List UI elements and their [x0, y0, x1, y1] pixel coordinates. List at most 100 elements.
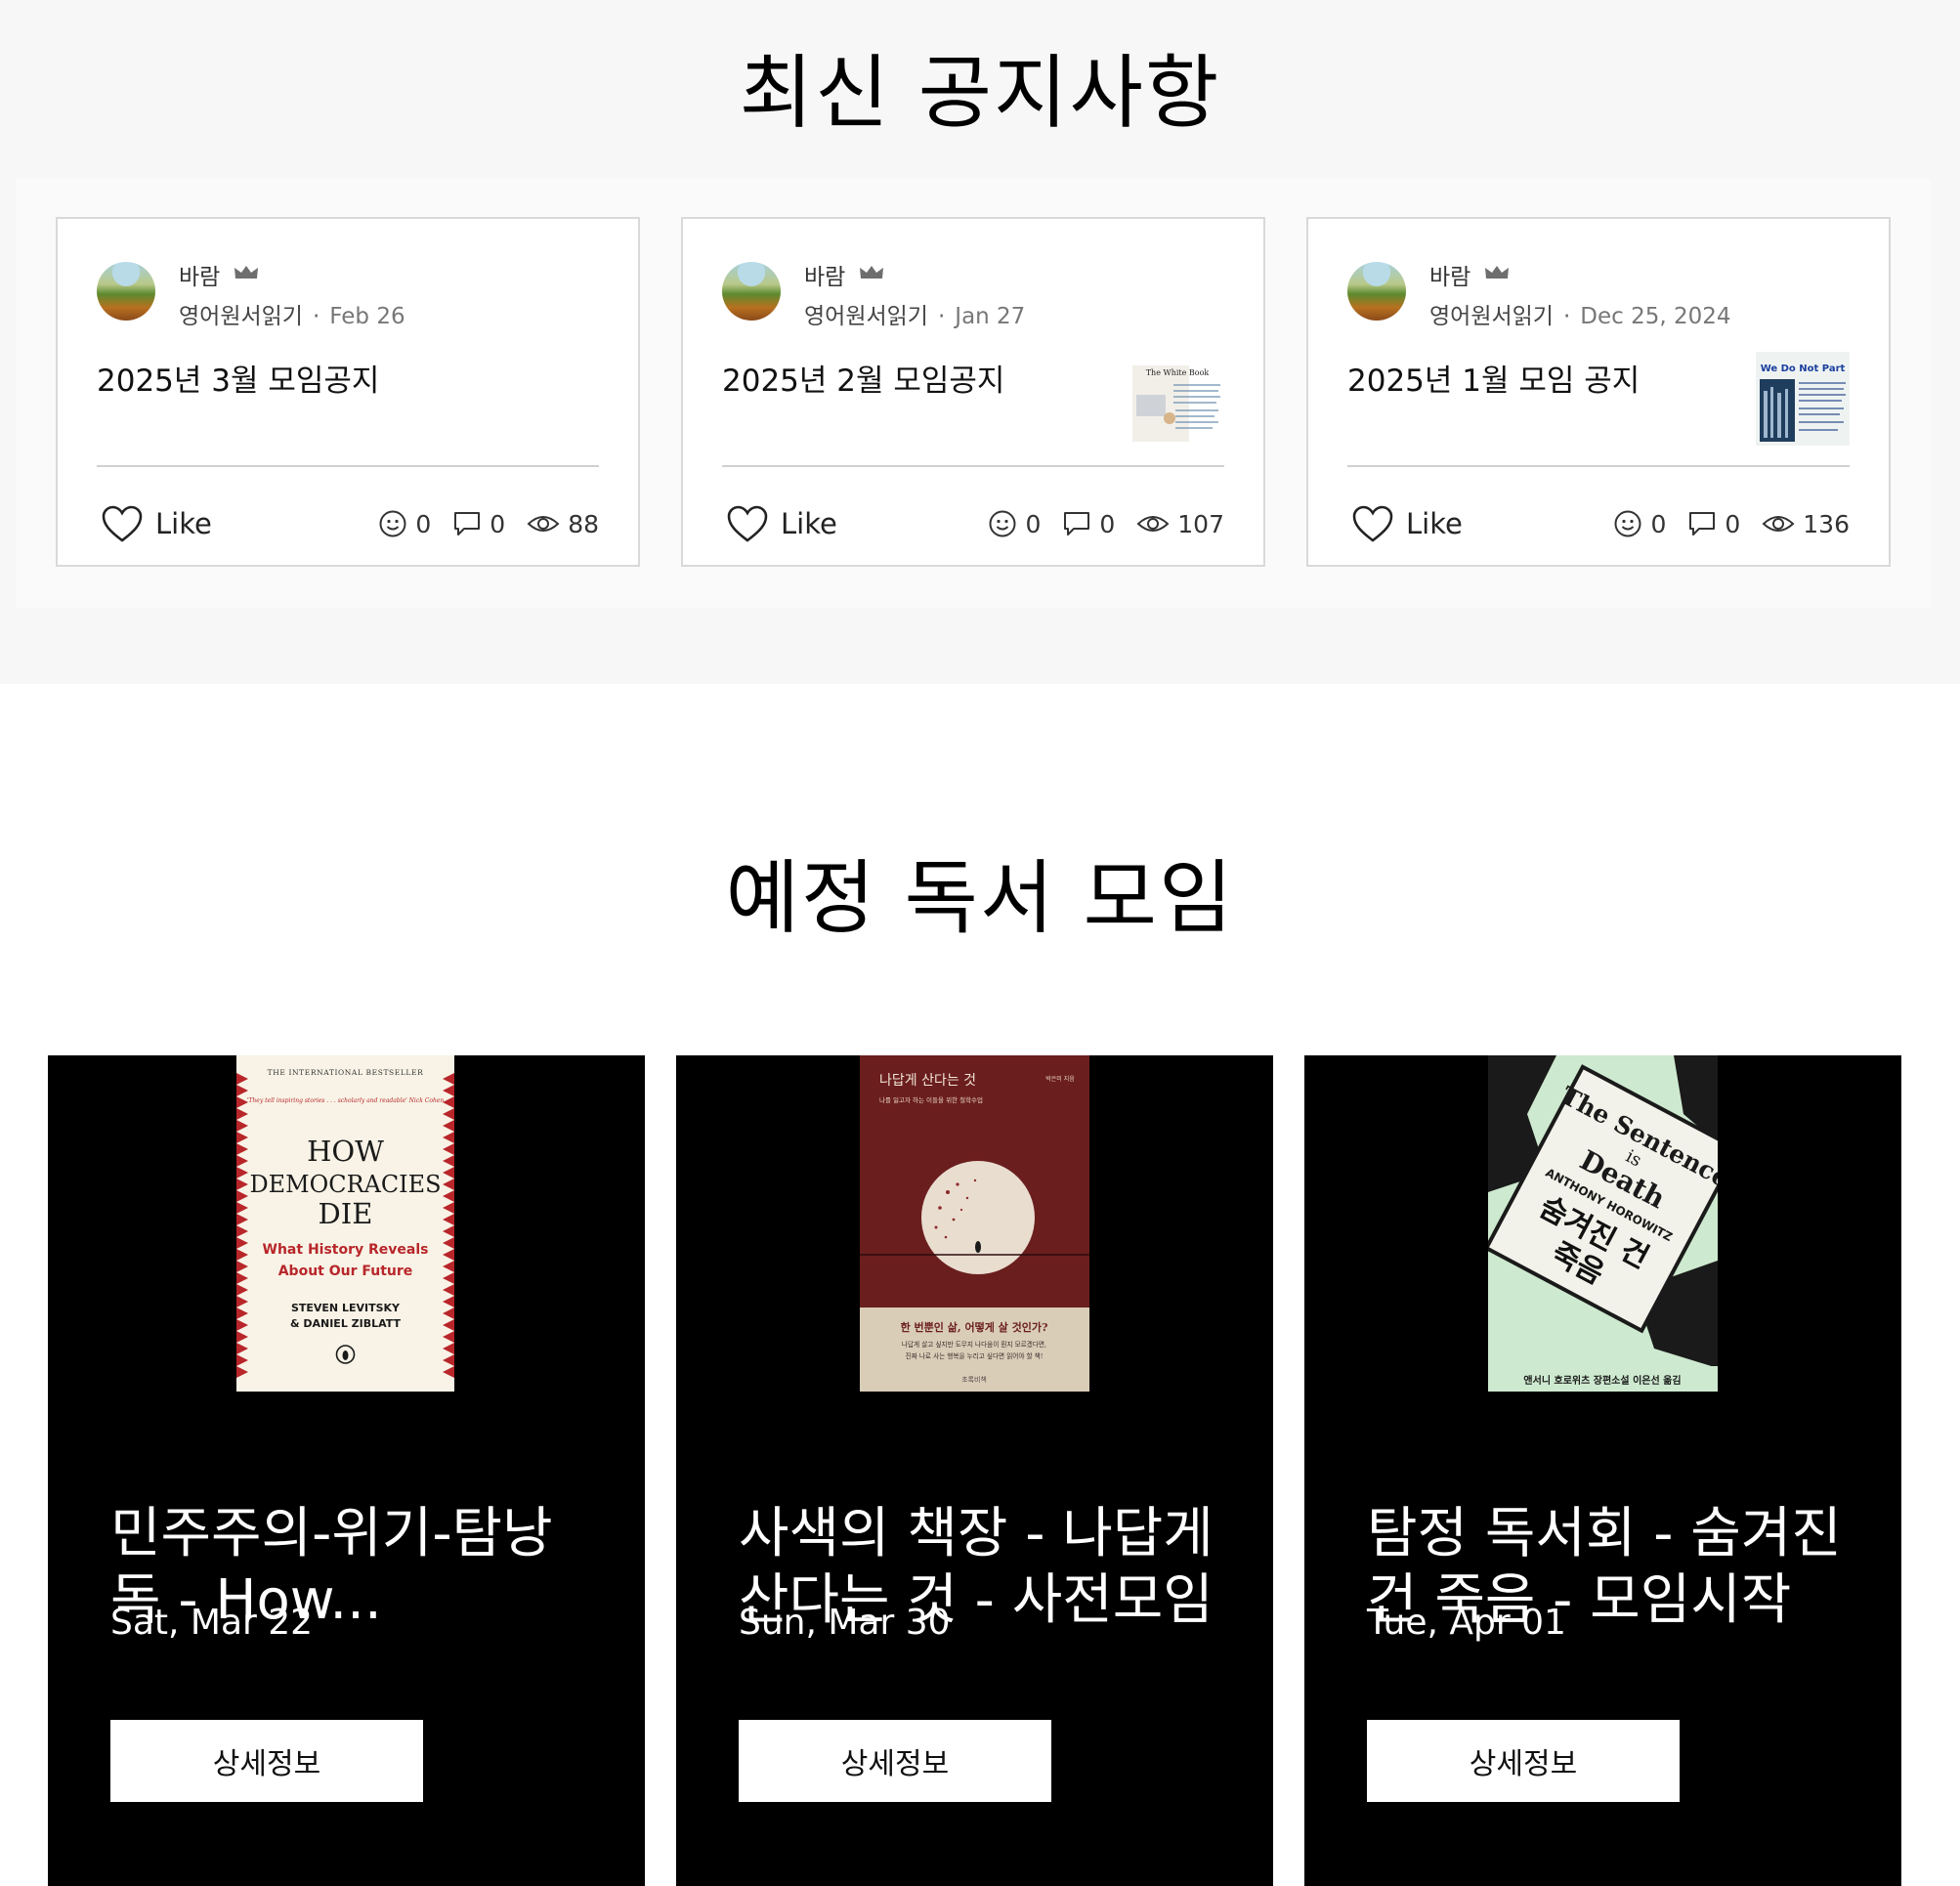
views-count: 136 [1803, 509, 1850, 538]
post-thumbnail[interactable]: We Do Not Part [1756, 352, 1850, 446]
comments-count: 0 [490, 509, 506, 538]
post-title[interactable]: 2025년 2월 모임공지 [722, 356, 1004, 400]
events-heading: 예정 독서 모임 [725, 852, 1235, 945]
post-category[interactable]: 영어원서읽기 [804, 304, 928, 329]
thumbnail-title: The White Book [1146, 368, 1210, 377]
cover-top: THE INTERNATIONAL BESTSELLER [268, 1068, 424, 1077]
thumbnail-title: We Do Not Part [1761, 364, 1846, 374]
divider [1347, 465, 1850, 467]
post-card[interactable]: 바람 영어원서읽기 · Feb 26 2025년 3월 모임공지 Like 0 0 … [56, 217, 640, 567]
event-date: Sun, Mar 30 [739, 1603, 951, 1643]
views-count: 107 [1177, 509, 1224, 538]
cover-quote: 'They tell inspiring stories . . . schol… [247, 1097, 445, 1104]
crown-icon [234, 266, 258, 279]
cover-line1: HOW [307, 1135, 384, 1168]
comments-stat[interactable]: 0 [1062, 509, 1115, 538]
views-stat: 107 [1136, 510, 1224, 538]
author-name[interactable]: 바람 [804, 258, 845, 291]
views-stat: 136 [1762, 510, 1850, 538]
eye-icon [1762, 516, 1795, 532]
smiley-icon [1614, 510, 1641, 537]
post-date: Jan 27 [955, 304, 1026, 329]
cover-line2: DEMOCRACIES [250, 1171, 442, 1198]
book-cover-nadapge[interactable]: 나답게 산다는 것 나를 잃고자 하는 이들을 위한 철학수업 박은미 지음 한… [860, 1055, 1089, 1392]
comments-count: 0 [1725, 509, 1741, 538]
divider [722, 465, 1224, 467]
reactions-stat[interactable]: 0 [378, 509, 431, 538]
comment-icon [1064, 512, 1090, 536]
post-date: Dec 25, 2024 [1580, 304, 1731, 329]
eye-icon [1136, 516, 1170, 532]
event-card[interactable]: 나답게 산다는 것 나를 잃고자 하는 이들을 위한 철학수업 박은미 지음 한… [676, 1055, 1273, 1886]
reactions-count: 0 [1025, 509, 1042, 538]
event-date: Tue, Apr 01 [1367, 1603, 1566, 1643]
cover-author2: & DANIEL ZIBLATT [290, 1317, 402, 1330]
meta-separator: · [312, 304, 320, 329]
post-thumbnail[interactable]: The White Book [1130, 352, 1224, 446]
reactions-stat[interactable]: 0 [988, 509, 1041, 538]
reactions-count: 0 [1650, 509, 1667, 538]
heart-icon [1352, 505, 1393, 542]
post-stats: 0 0 107 [966, 506, 1224, 541]
meta-separator: · [937, 304, 946, 329]
cover-sub2: About Our Future [278, 1264, 413, 1279]
post-meta: 영어원서읽기 · Jan 27 [804, 297, 1025, 330]
comments-stat[interactable]: 0 [452, 509, 505, 538]
comment-icon [454, 512, 481, 536]
post-title[interactable]: 2025년 1월 모임 공지 [1347, 356, 1640, 400]
post-category[interactable]: 영어원서읽기 [179, 304, 303, 329]
crown-icon [1485, 266, 1509, 279]
meta-separator: · [1562, 304, 1571, 329]
book-cover-how-democracies-die[interactable]: THE INTERNATIONAL BESTSELLER 'They tell … [236, 1055, 454, 1392]
cover-author: 박은미 지음 [1045, 1075, 1075, 1083]
author-name[interactable]: 바람 [1429, 258, 1470, 291]
reactions-count: 0 [415, 509, 432, 538]
reactions-stat[interactable]: 0 [1613, 509, 1666, 538]
like-label: Like [155, 507, 212, 540]
like-button[interactable]: Like [726, 502, 837, 545]
heart-icon [102, 505, 143, 542]
details-button[interactable]: 상세정보 [110, 1720, 423, 1802]
post-title[interactable]: 2025년 3월 모임공지 [97, 356, 379, 400]
cover-subtitle: 나를 잃고자 하는 이들을 위한 철학수업 [879, 1095, 983, 1104]
event-card[interactable]: The Sentence is Death ANTHONY HOROWITZ 숨… [1304, 1055, 1901, 1886]
like-label: Like [1406, 507, 1463, 540]
eye-icon [527, 516, 560, 532]
post-stats: 0 0 136 [1592, 506, 1850, 541]
like-button[interactable]: Like [101, 502, 212, 545]
cover-bottom: 앤서니 호로위츠 장편소설 이은선 옮김 [1523, 1374, 1681, 1387]
cover-publisher: 초록비책 [961, 1375, 987, 1384]
event-card[interactable]: THE INTERNATIONAL BESTSELLER 'They tell … [48, 1055, 645, 1886]
smiley-icon [989, 510, 1016, 537]
cover-body1: 나답게 살고 싶지만 도무지 나다움이 뭔지 모르겠다면, [902, 1340, 1046, 1349]
post-date: Feb 26 [329, 304, 405, 329]
event-date: Sat, Mar 22 [110, 1603, 314, 1643]
crown-icon [860, 266, 883, 279]
views-stat: 88 [527, 510, 599, 538]
comments-stat[interactable]: 0 [1687, 509, 1740, 538]
author-name[interactable]: 바람 [179, 258, 220, 291]
book-cover-sentence-is-death[interactable]: The Sentence is Death ANTHONY HOROWITZ 숨… [1488, 1055, 1718, 1392]
author-avatar[interactable] [722, 262, 781, 321]
post-stats: 0 0 88 [357, 506, 599, 541]
like-label: Like [781, 507, 837, 540]
smiley-icon [379, 510, 406, 537]
notices-heading: 최신 공지사항 [739, 47, 1221, 140]
cover-author1: STEVEN LEVITSKY [291, 1302, 401, 1314]
post-meta: 영어원서읽기 · Dec 25, 2024 [1429, 297, 1731, 330]
like-button[interactable]: Like [1351, 502, 1463, 545]
post-card[interactable]: 바람 영어원서읽기 · Jan 27 2025년 2월 모임공지 The White… [681, 217, 1265, 567]
comment-icon [1689, 512, 1716, 536]
post-category[interactable]: 영어원서읽기 [1429, 304, 1554, 329]
cover-body2: 진짜 나로 사는 행복을 누리고 싶다면 읽어야 할 책! [906, 1351, 1044, 1360]
notices-section: 최신 공지사항 바람 영어원서읽기 · Feb 26 2025년 3월 모임공지 L… [0, 0, 1960, 684]
cover-line3: DIE [319, 1197, 373, 1230]
heart-icon [727, 505, 768, 542]
details-button[interactable]: 상세정보 [739, 1720, 1051, 1802]
post-card[interactable]: 바람 영어원서읽기 · Dec 25, 2024 2025년 1월 모임 공지 We… [1306, 217, 1891, 567]
author-avatar[interactable] [97, 262, 155, 321]
details-button[interactable]: 상세정보 [1367, 1720, 1680, 1802]
views-count: 88 [568, 509, 599, 538]
cover-tagline: 한 번뿐인 삶, 어떻게 살 것인가? [901, 1320, 1048, 1334]
author-avatar[interactable] [1347, 262, 1406, 321]
